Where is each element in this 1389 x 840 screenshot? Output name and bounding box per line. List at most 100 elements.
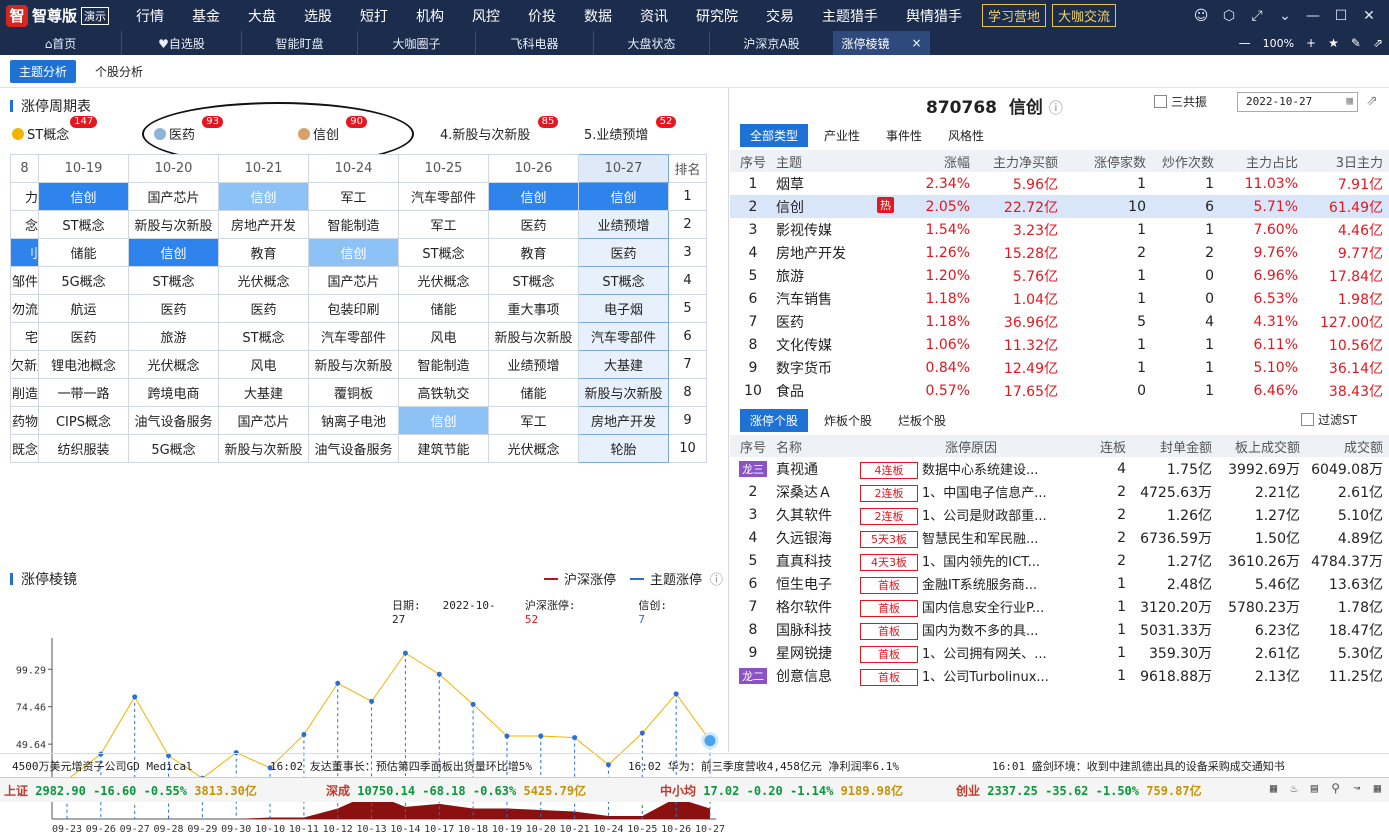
menu-item[interactable]: 大盘 <box>234 6 290 26</box>
stock-row[interactable]: 5 直真科技 4天3板 1、国内领先的ICT... 2 1.27亿 3610.26万 4784… <box>730 549 1389 572</box>
sanban-check[interactable] <box>1154 95 1167 108</box>
theme-cell[interactable]: CIPS概念 <box>38 406 129 435</box>
user-icon[interactable]: ☺ <box>1187 8 1215 24</box>
theme-row[interactable]: 5 旅游 1.20% 5.76亿 1 0 6.96% 17.84亿 <box>730 264 1389 287</box>
theme-cell[interactable]: 纺织服装 <box>38 434 129 463</box>
stock-name[interactable]: 星网锐捷 <box>776 641 860 664</box>
filter-st-check[interactable] <box>1301 413 1314 426</box>
filter-st[interactable]: 过滤ST <box>1301 411 1357 428</box>
theme-row[interactable]: 3 影视传媒 1.54% 3.23亿 1 1 7.60% 4.46亿 <box>730 218 1389 241</box>
menu-item[interactable]: 风控 <box>458 6 514 26</box>
zoom-in-button[interactable]: + <box>1300 36 1322 50</box>
index-cyb[interactable]: 创业 2337.25 -35.62 -1.50% 759.87亿 <box>956 782 1202 799</box>
theme-cell[interactable]: 储能 <box>38 238 129 267</box>
theme-cell[interactable]: ST概念 <box>578 266 669 295</box>
data-point[interactable] <box>538 733 544 739</box>
theme-cell[interactable]: 建筑节能 <box>398 434 489 463</box>
theme-cell[interactable]: 新股与次新股 <box>128 210 219 239</box>
learning-camp-button[interactable]: 学习营地 <box>982 4 1047 27</box>
theme-chip[interactable]: 4.新股与次新股 85 <box>440 116 559 143</box>
theme-cell[interactable]: 国产芯片 <box>308 266 399 295</box>
theme-cell[interactable]: 新股与次新股 <box>308 350 399 379</box>
theme-cell[interactable]: 旅游 <box>128 322 219 351</box>
data-point[interactable] <box>701 732 719 750</box>
tab-0[interactable]: ⌂首页 <box>0 31 122 55</box>
theme-cell[interactable]: ST概念 <box>128 266 219 295</box>
stock-row[interactable]: 9 星网锐捷 首板 1、公司拥有网关、... 1 359.30万 2.61亿 5.30亿 <box>730 641 1389 664</box>
theme-cell[interactable]: 念 <box>10 210 39 239</box>
theme-cell[interactable]: 医药 <box>578 238 669 267</box>
theme-cell[interactable]: ST概念 <box>398 238 489 267</box>
tab-3[interactable]: 大咖圈子 <box>358 31 476 55</box>
bell-icon[interactable]: ♨ <box>1290 781 1297 795</box>
stock-name[interactable]: 真视通 <box>776 457 860 480</box>
theme-cell[interactable]: 光伏概念 <box>398 266 489 295</box>
theme-cell[interactable]: 军工 <box>488 406 579 435</box>
theme-cell[interactable]: 医药 <box>218 294 309 323</box>
grid-icon[interactable]: ▦ <box>1374 781 1381 795</box>
search-icon[interactable]: ⚲ <box>1331 781 1340 795</box>
data-point[interactable] <box>504 733 510 739</box>
theme-cell[interactable]: 勿流 <box>10 294 39 323</box>
tab-1[interactable]: ♥自选股 <box>122 31 242 55</box>
stock-name[interactable]: 久远银海 <box>776 526 860 549</box>
theme-row[interactable]: 6 汽车销售 1.18% 1.04亿 1 0 6.53% 1.98亿 <box>730 287 1389 310</box>
stock-name[interactable]: 久其软件 <box>776 503 860 526</box>
theme-cell[interactable]: ST概念 <box>218 322 309 351</box>
theme-row[interactable]: 1 烟草 2.34% 5.96亿 1 1 11.03% 7.91亿 <box>730 172 1389 195</box>
settings-icon[interactable]: ⬡ <box>1215 8 1243 24</box>
tab-2[interactable]: 智能盯盘 <box>242 31 358 55</box>
theme-row[interactable]: 4 房地产开发 1.26% 15.28亿 2 2 9.76% 9.77亿 <box>730 241 1389 264</box>
data-point[interactable] <box>470 701 476 707</box>
theme-cell[interactable]: 房地产开发 <box>218 210 309 239</box>
theme-cell[interactable]: 业绩预增 <box>488 350 579 379</box>
theme-cell[interactable]: 信创 <box>38 182 129 211</box>
theme-cell[interactable]: 光伏概念 <box>218 266 309 295</box>
stock-row[interactable]: 龙三 真视通 4连板 数据中心系统建设... 4 1.75亿 3992.69万 6049.08… <box>730 457 1389 480</box>
menu-item[interactable]: 资讯 <box>626 6 682 26</box>
data-point[interactable] <box>132 694 138 700</box>
news-item[interactable]: 16:02 友达董事长：预估第四季面板出货量环比增5% <box>270 758 532 774</box>
menu-item[interactable]: 研究院 <box>682 6 752 26</box>
trend-icon[interactable]: ↝ <box>1353 781 1360 795</box>
stock-row[interactable]: 2 深桑达Ａ 2连板 1、中国电子信息产... 2 4725.63万 2.21亿 2.61亿 <box>730 480 1389 503</box>
index-sh[interactable]: 上证 2982.90 -16.60 -0.55% 3813.30亿 <box>4 782 257 799</box>
menu-item[interactable]: 主题猎手 <box>808 6 892 26</box>
theme-cell[interactable]: 油气设备服务 <box>128 406 219 435</box>
theme-cell[interactable]: 教育 <box>218 238 309 267</box>
theme-type-tab[interactable]: 产业性 <box>814 124 870 147</box>
theme-row[interactable]: 2 信创 热 2.05% 22.72亿 10 6 5.71% 61.49亿 <box>730 195 1389 218</box>
data-point[interactable] <box>369 698 375 704</box>
theme-row[interactable]: 9 数字货币 0.84% 12.49亿 1 1 5.10% 36.14亿 <box>730 356 1389 379</box>
index-sme[interactable]: 中小均 17.02 -0.20 -1.14% 9189.98亿 <box>660 782 903 799</box>
theme-col-header[interactable]: 3日主力 <box>1304 150 1389 172</box>
data-point[interactable] <box>639 730 645 736</box>
stock-name[interactable]: 国脉科技 <box>776 618 860 641</box>
sanban-checkbox[interactable]: 三共振 <box>1154 93 1207 110</box>
theme-cell[interactable]: 航运 <box>38 294 129 323</box>
stock-col-header[interactable]: 板上成交额 <box>1218 435 1306 457</box>
theme-chip[interactable]: 信创 90 <box>298 116 368 143</box>
stock-col-header[interactable]: 连板 <box>1082 435 1132 457</box>
theme-cell[interactable]: ST概念 <box>38 210 129 239</box>
news-item[interactable]: 4500万美元增资子公司GD Medical <box>12 758 193 774</box>
stock-name[interactable]: 创意信息 <box>776 664 860 687</box>
stock-name[interactable]: 直真科技 <box>776 549 860 572</box>
minimize-icon[interactable]: — <box>1299 8 1327 24</box>
menu-item[interactable]: 行情 <box>122 6 178 26</box>
theme-cell[interactable]: 国产芯片 <box>128 182 219 211</box>
theme-cell[interactable]: 5G概念 <box>128 434 219 463</box>
theme-cell[interactable]: 智能制造 <box>398 350 489 379</box>
stock-col-header[interactable]: 涨停原因 <box>860 435 1082 457</box>
theme-cell[interactable]: 信创 <box>578 182 669 211</box>
theme-cell[interactable]: 大基建 <box>218 378 309 407</box>
theme-cell[interactable]: 教育 <box>488 238 579 267</box>
stock-col-header[interactable]: 名称 <box>776 435 860 457</box>
tab-4[interactable]: 飞科电器 <box>476 31 594 55</box>
theme-cell[interactable]: 光伏概念 <box>128 350 219 379</box>
theme-cell[interactable]: 储能 <box>398 294 489 323</box>
data-point[interactable] <box>673 691 679 697</box>
tab-5[interactable]: 大盘状态 <box>594 31 710 55</box>
theme-col-header[interactable]: 主力占比 <box>1220 150 1304 172</box>
theme-cell[interactable]: 军工 <box>398 210 489 239</box>
